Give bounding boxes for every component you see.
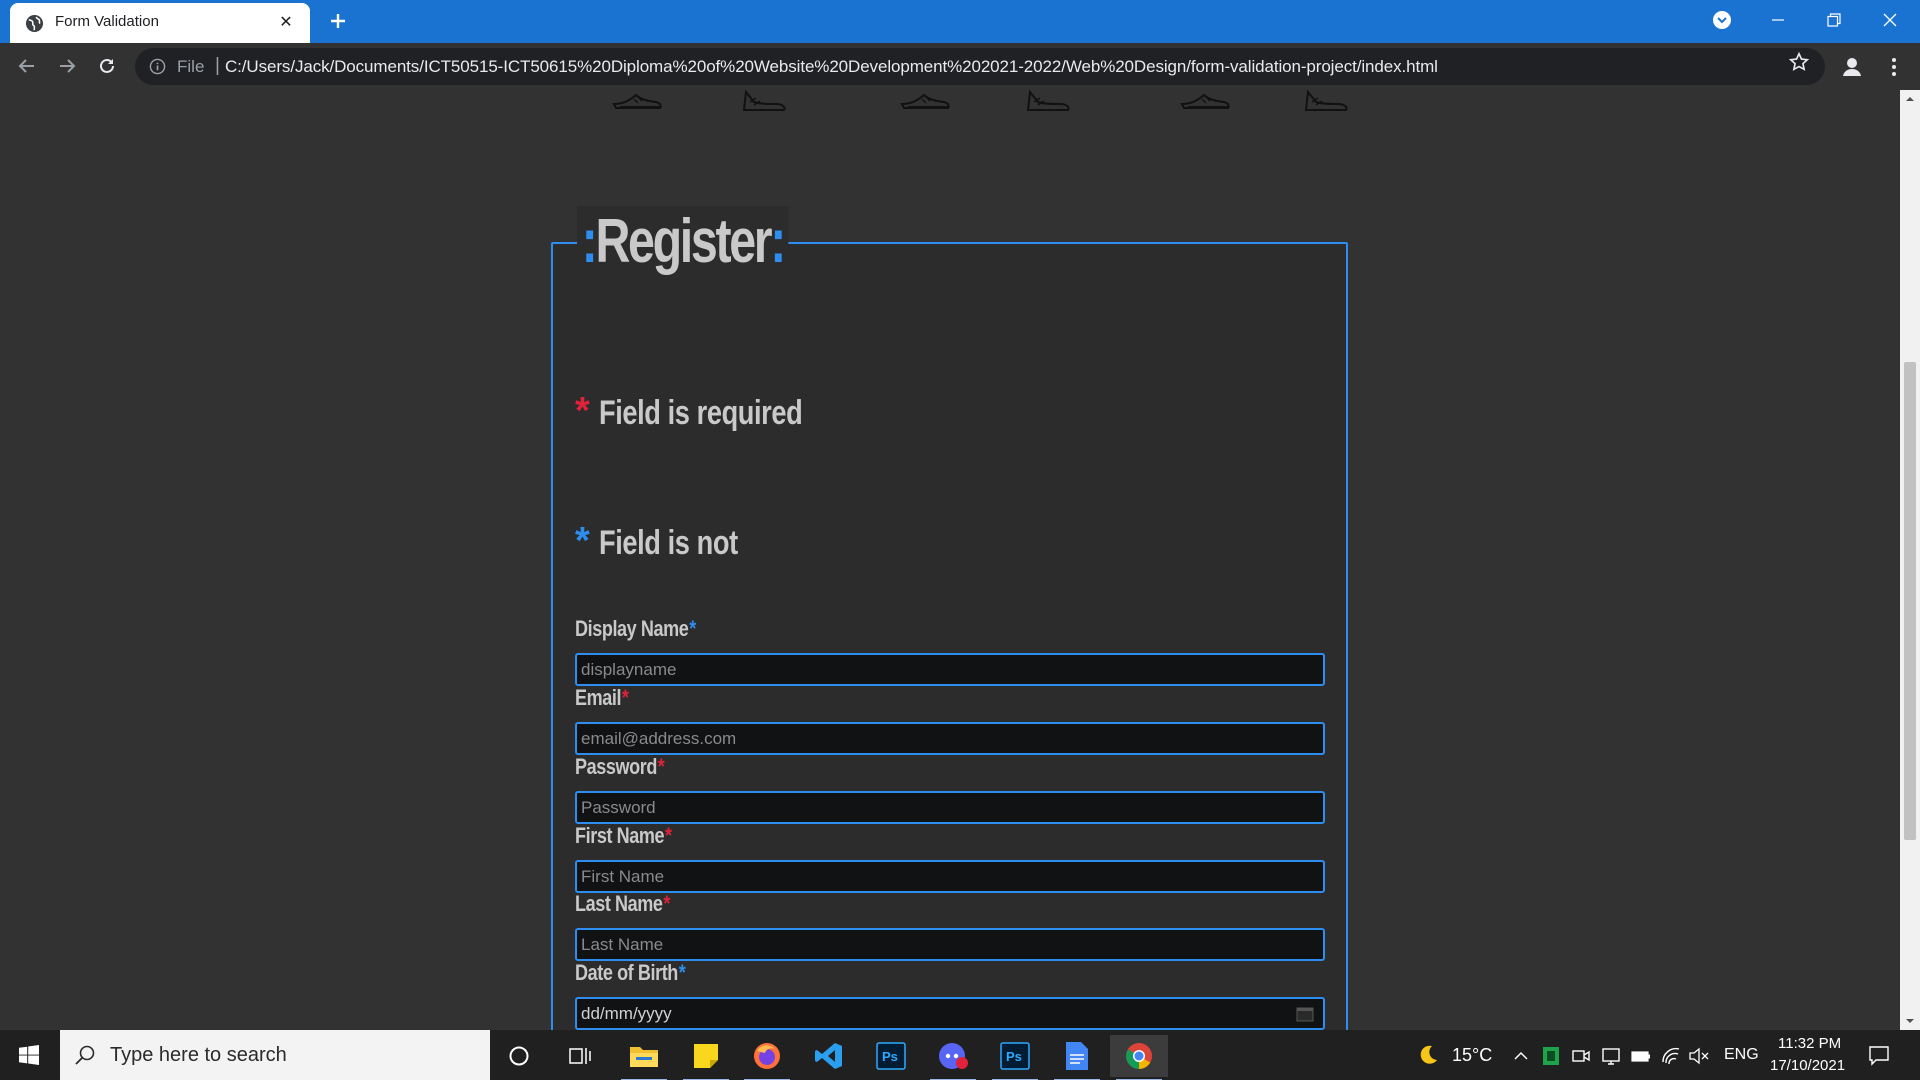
page-scrollbar[interactable] bbox=[1900, 90, 1920, 1030]
firefox-icon[interactable] bbox=[738, 1035, 796, 1080]
last-name-label: Last Name* bbox=[575, 891, 670, 916]
tab-close-icon[interactable]: ✕ bbox=[274, 11, 298, 35]
date-of-birth-label: Date of Birth* bbox=[575, 960, 686, 985]
notification-center-icon[interactable] bbox=[1868, 1044, 1890, 1066]
tab-title: Form Validation bbox=[55, 13, 159, 30]
taskbar-search[interactable]: Type here to search bbox=[60, 1030, 490, 1080]
restore-icon[interactable] bbox=[1806, 0, 1862, 40]
optional-star: * bbox=[689, 616, 696, 641]
vscode-icon[interactable] bbox=[800, 1035, 858, 1077]
app-tray-icon[interactable] bbox=[1540, 1045, 1562, 1067]
shoe-sketch-icon bbox=[612, 93, 662, 109]
legend-colon: : bbox=[581, 207, 598, 276]
weather-temperature[interactable]: 15°C bbox=[1452, 1045, 1492, 1066]
tab-search-icon[interactable] bbox=[1694, 0, 1750, 40]
language-indicator[interactable]: ENG bbox=[1724, 1046, 1759, 1064]
calendar-icon[interactable] bbox=[1295, 1005, 1315, 1023]
svg-text:Ps: Ps bbox=[882, 1049, 898, 1064]
shoe-sketch-icon bbox=[1180, 93, 1230, 109]
shoe-sketch-icon bbox=[1026, 90, 1070, 111]
close-window-icon[interactable] bbox=[1862, 0, 1918, 40]
clock-time[interactable]: 11:32 PM bbox=[1778, 1035, 1841, 1052]
info-icon[interactable] bbox=[149, 58, 166, 75]
required-star: * bbox=[657, 754, 665, 779]
moon-weather-icon[interactable] bbox=[1416, 1043, 1438, 1065]
browser-tab-bar: Form Validation ✕ bbox=[0, 0, 1920, 43]
register-form: :Register: * Field is required * Field i… bbox=[551, 206, 1348, 1030]
file-explorer-icon[interactable] bbox=[615, 1035, 673, 1080]
globe-icon bbox=[25, 14, 44, 33]
optional-star: * bbox=[575, 520, 590, 562]
password-input[interactable] bbox=[575, 791, 1325, 824]
search-icon bbox=[74, 1044, 96, 1066]
display-name-label: Display Name* bbox=[575, 616, 696, 641]
discord-icon[interactable] bbox=[924, 1035, 982, 1080]
profile-avatar-icon[interactable] bbox=[1838, 53, 1866, 81]
required-star: * bbox=[664, 823, 672, 848]
required-star: * bbox=[575, 390, 590, 432]
cortana-icon[interactable] bbox=[490, 1035, 548, 1077]
email-label: Email* bbox=[575, 685, 629, 710]
address-url[interactable]: C:/Users/Jack/Documents/ICT50515-ICT5061… bbox=[225, 57, 1438, 77]
first-name-label: First Name* bbox=[575, 823, 672, 848]
minimize-icon[interactable] bbox=[1750, 0, 1806, 40]
display-name-input[interactable] bbox=[575, 653, 1325, 686]
address-bar[interactable]: File | C:/Users/Jack/Documents/ICT50515-… bbox=[135, 48, 1825, 85]
required-star: * bbox=[663, 891, 670, 916]
windows-start-icon[interactable] bbox=[0, 1030, 58, 1080]
svg-text:Ps: Ps bbox=[1006, 1049, 1022, 1064]
shoe-sketch-icon bbox=[742, 90, 786, 111]
back-icon[interactable] bbox=[10, 49, 44, 83]
shoe-sketch-icon bbox=[1304, 90, 1348, 111]
photoshop-icon[interactable]: Ps bbox=[986, 1035, 1044, 1080]
volume-muted-icon[interactable] bbox=[1688, 1045, 1710, 1067]
battery-icon[interactable] bbox=[1630, 1045, 1652, 1067]
password-label: Password* bbox=[575, 754, 665, 779]
chevron-up-icon[interactable] bbox=[1510, 1045, 1532, 1067]
network-icon[interactable] bbox=[1600, 1045, 1622, 1067]
wifi-icon[interactable] bbox=[1660, 1045, 1682, 1067]
photoshop-icon[interactable]: Ps bbox=[862, 1035, 920, 1077]
sticky-notes-icon[interactable] bbox=[677, 1035, 735, 1080]
browser-tab[interactable]: Form Validation ✕ bbox=[10, 3, 310, 43]
form-title: Register bbox=[595, 207, 772, 276]
last-name-input[interactable] bbox=[575, 928, 1325, 961]
address-separator: | bbox=[215, 55, 220, 76]
bookmark-star-icon[interactable] bbox=[1788, 51, 1810, 73]
docs-icon[interactable] bbox=[1048, 1035, 1106, 1080]
required-key-text: Field is required bbox=[599, 394, 803, 432]
scroll-up-arrow-icon[interactable] bbox=[1900, 90, 1920, 108]
required-star: * bbox=[621, 685, 629, 710]
forward-icon[interactable] bbox=[50, 49, 84, 83]
chrome-icon[interactable] bbox=[1110, 1035, 1168, 1080]
email-input[interactable] bbox=[575, 722, 1325, 755]
windows-taskbar: Type here to search Ps Ps 15°C ENG 11:32… bbox=[0, 1030, 1920, 1080]
address-scheme: File bbox=[177, 57, 205, 76]
page-viewport: :Register: * Field is required * Field i… bbox=[0, 90, 1900, 1030]
form-legend: :Register: bbox=[577, 206, 789, 280]
date-of-birth-input[interactable] bbox=[575, 997, 1325, 1030]
optional-key-text: Field is not bbox=[599, 524, 738, 562]
meet-now-icon[interactable] bbox=[1570, 1045, 1592, 1067]
shoe-sketch-icon bbox=[900, 93, 950, 109]
scrollbar-thumb[interactable] bbox=[1904, 362, 1916, 840]
scroll-down-arrow-icon[interactable] bbox=[1900, 1012, 1920, 1030]
clock-date[interactable]: 17/10/2021 bbox=[1770, 1057, 1845, 1074]
optional-star: * bbox=[678, 960, 686, 985]
search-placeholder: Type here to search bbox=[110, 1044, 287, 1066]
browser-toolbar: File | C:/Users/Jack/Documents/ICT50515-… bbox=[0, 43, 1920, 90]
new-tab-icon[interactable] bbox=[322, 5, 354, 37]
first-name-input[interactable] bbox=[575, 860, 1325, 893]
task-view-icon[interactable] bbox=[551, 1035, 609, 1077]
reload-icon[interactable] bbox=[90, 49, 124, 83]
browser-menu-icon[interactable] bbox=[1880, 53, 1908, 81]
legend-colon: : bbox=[770, 207, 786, 276]
